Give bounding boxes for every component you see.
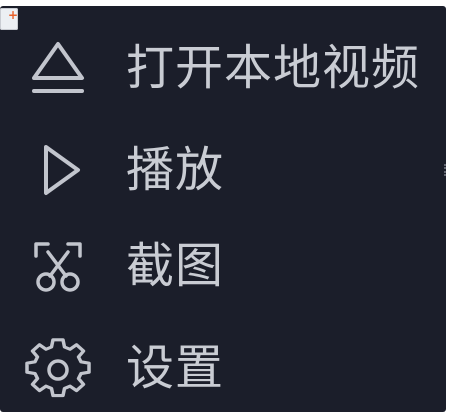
scissors-icon (24, 232, 92, 300)
menu-item-label: 播放 (126, 142, 225, 198)
menu-item-label: 截图 (126, 238, 225, 294)
eject-icon (24, 34, 92, 102)
add-badge-icon: + (0, 8, 18, 30)
menu-item-play[interactable]: 播放 (0, 122, 446, 218)
edge-artifact (444, 164, 450, 176)
menu-item-screenshot[interactable]: 截图 (0, 218, 446, 314)
play-icon (24, 136, 92, 204)
menu-item-open-local-video[interactable]: 打开本地视频 (0, 20, 446, 116)
menu-item-label: 打开本地视频 (126, 40, 421, 96)
screenshot-frame: 打开本地视频 播放 截图 设置 + (0, 0, 451, 418)
plus-glyph: + (7, 8, 18, 22)
menu-item-label: 设置 (126, 340, 225, 396)
menu-item-settings[interactable]: 设置 (0, 320, 446, 416)
gear-icon (24, 334, 92, 402)
context-menu: 打开本地视频 播放 截图 设置 (0, 6, 446, 412)
